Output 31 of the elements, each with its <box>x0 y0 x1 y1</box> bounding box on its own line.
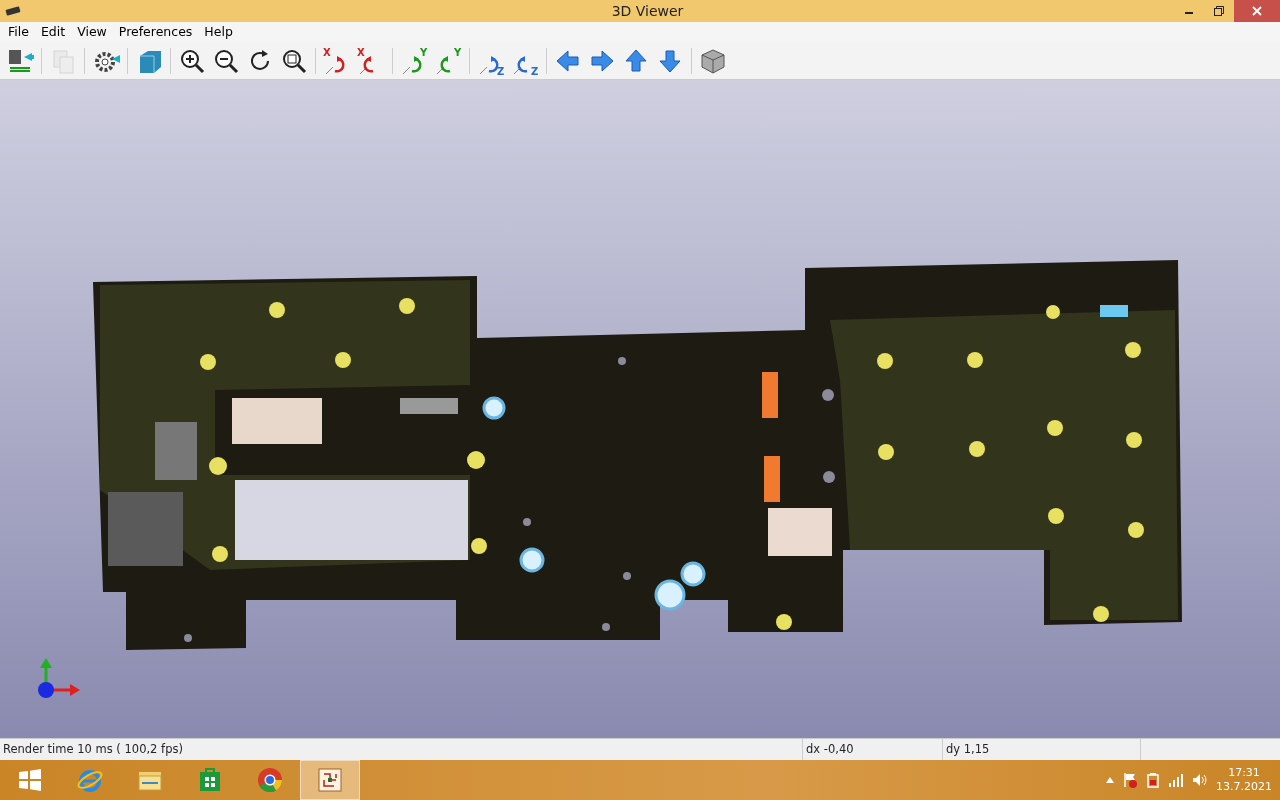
windows-logo-icon <box>18 768 42 792</box>
rotate-button[interactable]: Z <box>475 44 507 77</box>
menu-item[interactable]: Help <box>198 22 239 42</box>
close-icon <box>1252 6 1262 16</box>
status-text: dx -0,40 <box>805 740 854 758</box>
show-hidden-icons-icon[interactable] <box>1106 777 1114 783</box>
clock-date: 13.7.2021 <box>1216 780 1272 795</box>
status-text: dy 1,15 <box>945 740 990 758</box>
restore-icon <box>1214 6 1224 16</box>
3d-viewport[interactable] <box>0 80 1280 738</box>
speaker-icon[interactable] <box>1192 773 1208 787</box>
battery-icon[interactable] <box>1146 772 1160 788</box>
close-button[interactable] <box>1234 0 1280 22</box>
flag-icon[interactable] <box>1122 772 1138 788</box>
rotate-button[interactable]: Z <box>509 44 541 77</box>
menu-item[interactable]: Preferences <box>112 22 199 42</box>
taskbar-schematic-button[interactable] <box>300 760 360 800</box>
menu-item[interactable]: File <box>2 22 35 42</box>
rotate-button[interactable]: X <box>355 44 387 77</box>
rotate-button[interactable]: X <box>321 44 353 77</box>
status-text: Render time 10 ms ( 100,2 fps) <box>2 740 183 758</box>
rotate-button[interactable]: Y <box>432 44 464 77</box>
menu-item[interactable]: View <box>71 22 113 42</box>
chrome-icon <box>256 766 284 794</box>
menu-item[interactable]: Edit <box>34 22 72 42</box>
schematic-icon <box>316 766 344 794</box>
window-title: 3D Viewer <box>610 1 685 21</box>
clock-time: 17:31 <box>1227 765 1261 780</box>
rotate-button[interactable]: Y <box>398 44 430 77</box>
signal-icon[interactable] <box>1168 773 1184 787</box>
app-icon <box>5 6 21 16</box>
